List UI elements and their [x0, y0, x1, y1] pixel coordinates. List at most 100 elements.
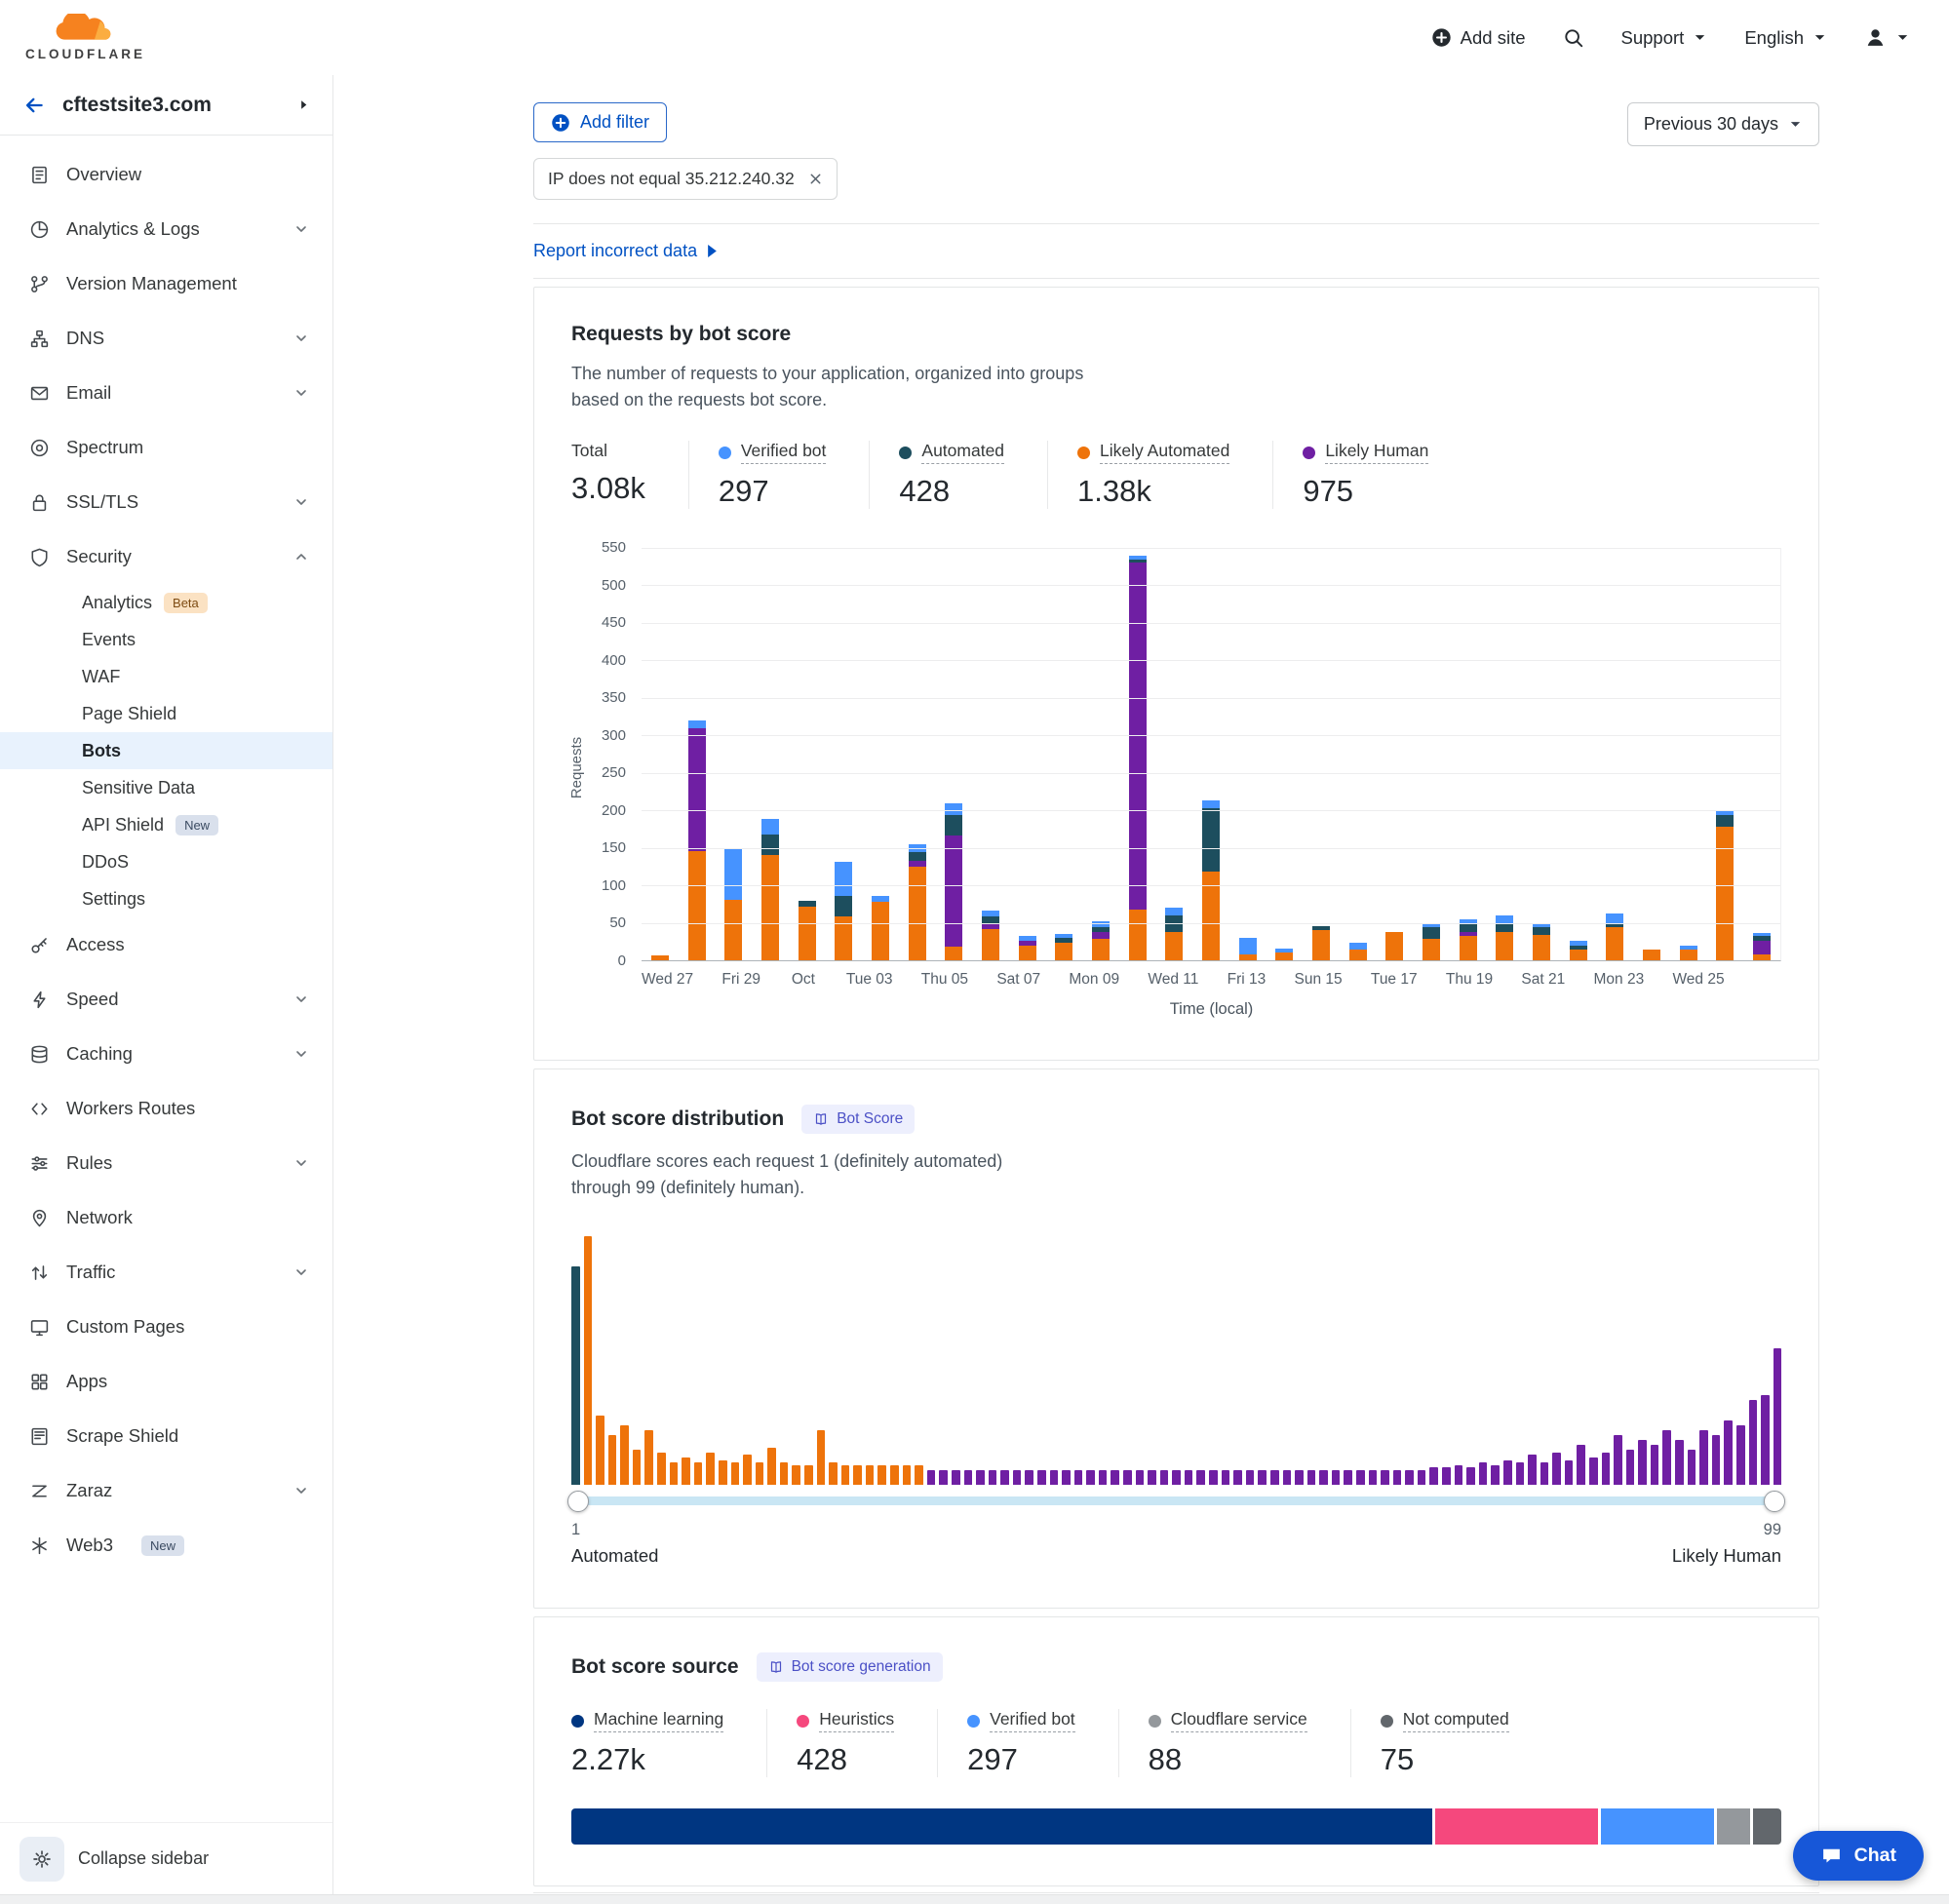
- sidebar-item-version-management[interactable]: Version Management: [0, 256, 332, 311]
- bar-segment-likely_automated: [1055, 943, 1072, 960]
- sidebar-item-bots[interactable]: Bots: [0, 732, 332, 769]
- stacked-bar: [835, 548, 852, 960]
- sidebar-item-zaraz[interactable]: Zaraz: [0, 1463, 332, 1518]
- language-menu[interactable]: English: [1744, 27, 1827, 49]
- bot-score-doc-badge[interactable]: Bot Score: [801, 1105, 915, 1134]
- sidebar-item-page-shield[interactable]: Page Shield: [0, 695, 332, 732]
- gridline: [642, 810, 1780, 811]
- sidebar-item-scrape-shield[interactable]: Scrape Shield: [0, 1409, 332, 1463]
- stat-label[interactable]: Likely Automated: [1100, 441, 1229, 464]
- sidebar-item-label: Email: [66, 382, 111, 404]
- histogram-bar: [1736, 1425, 1745, 1485]
- sidebar-item-sensitive-data[interactable]: Sensitive Data: [0, 769, 332, 806]
- slider-handle-min[interactable]: [567, 1491, 589, 1512]
- date-range-dropdown[interactable]: Previous 30 days: [1627, 102, 1819, 146]
- sidebar-item-events[interactable]: Events: [0, 621, 332, 658]
- chevron-down-icon: [1693, 30, 1707, 45]
- sidebar-item-overview[interactable]: Overview: [0, 147, 332, 202]
- sidebar-item-network[interactable]: Network: [0, 1190, 332, 1245]
- bar-segment-likely_automated: [651, 955, 669, 960]
- sidebar-item-traffic[interactable]: Traffic: [0, 1245, 332, 1300]
- x-tick-label: [1418, 971, 1446, 989]
- stat-label[interactable]: Verified bot: [741, 441, 827, 464]
- account-menu[interactable]: [1864, 26, 1910, 49]
- add-site-button[interactable]: Add site: [1431, 27, 1526, 49]
- stacked-bar: [1055, 548, 1072, 960]
- histogram-bar: [1749, 1400, 1758, 1485]
- filter-chip[interactable]: IP does not equal 35.212.240.32: [533, 158, 838, 200]
- security-icon: [29, 547, 50, 567]
- stat-label[interactable]: Not computed: [1403, 1709, 1509, 1732]
- slider-handle-max[interactable]: [1764, 1491, 1785, 1512]
- site-name: cftestsite3.com: [62, 94, 212, 117]
- bar-segment-automated: [1716, 815, 1734, 827]
- sidebar-item-analytics[interactable]: AnalyticsBeta: [0, 584, 332, 621]
- bar-segment-verified_bot: [761, 819, 779, 834]
- search-icon[interactable]: [1563, 27, 1584, 49]
- x-tick-label: [968, 971, 996, 989]
- sidebar-item-web3[interactable]: Web3New: [0, 1518, 332, 1573]
- stat-label[interactable]: Automated: [921, 441, 1004, 464]
- histogram-bar: [1491, 1465, 1500, 1485]
- sidebar-item-label: Analytics & Logs: [66, 218, 200, 240]
- bar-segment-likely_human: [1753, 941, 1771, 954]
- sidebar-item-caching[interactable]: Caching: [0, 1027, 332, 1081]
- sidebar-item-ssl-tls[interactable]: SSL/TLS: [0, 475, 332, 529]
- bar-segment-likely_automated: [1533, 935, 1550, 960]
- sidebar-item-settings[interactable]: Settings: [0, 880, 332, 917]
- sidebar-item-ddos[interactable]: DDoS: [0, 843, 332, 880]
- sidebar-item-api-shield[interactable]: API ShieldNew: [0, 806, 332, 843]
- sidebar-item-workers-routes[interactable]: Workers Routes: [0, 1081, 332, 1136]
- stat-label[interactable]: Machine learning: [594, 1709, 723, 1732]
- sidebar-item-access[interactable]: Access: [0, 917, 332, 972]
- sidebar-item-apps[interactable]: Apps: [0, 1354, 332, 1409]
- sidebar-item-analytics-logs[interactable]: Analytics & Logs: [0, 202, 332, 256]
- report-link-label: Report incorrect data: [533, 241, 697, 261]
- collapse-sidebar-button[interactable]: Collapse sidebar: [0, 1822, 332, 1894]
- legend-dot: [571, 1715, 584, 1728]
- sidebar-item-custom-pages[interactable]: Custom Pages: [0, 1300, 332, 1354]
- sidebar-item-speed[interactable]: Speed: [0, 972, 332, 1027]
- stat-label[interactable]: Cloudflare service: [1171, 1709, 1307, 1732]
- score-range-slider[interactable]: [571, 1496, 1781, 1505]
- legend-dot: [1303, 447, 1315, 459]
- filter-chip-text: IP does not equal 35.212.240.32: [548, 169, 795, 189]
- bar-segment-verified_bot: [1202, 800, 1220, 808]
- histogram-bar: [1000, 1470, 1009, 1485]
- bar-slot: [789, 548, 826, 960]
- stat-value: 75: [1381, 1742, 1509, 1777]
- sidebar-item-email[interactable]: Email: [0, 366, 332, 420]
- report-incorrect-data-link[interactable]: Report incorrect data: [533, 241, 718, 261]
- histogram-bar: [608, 1435, 617, 1485]
- sidebar-item-label: Page Shield: [82, 704, 176, 724]
- zaraz-icon: [29, 1481, 50, 1501]
- stat-label[interactable]: Likely Human: [1325, 441, 1428, 464]
- histogram-bar: [670, 1462, 679, 1485]
- back-arrow-icon[interactable]: [23, 95, 45, 116]
- overview-icon: [29, 165, 50, 185]
- chevron-right-icon[interactable]: [296, 97, 311, 112]
- cloudflare-logo[interactable]: CLOUDFLARE: [25, 14, 145, 61]
- stat-label[interactable]: Verified bot: [990, 1709, 1075, 1732]
- histogram-bar: [1172, 1470, 1181, 1485]
- sidebar-item-spectrum[interactable]: Spectrum: [0, 420, 332, 475]
- sidebar-item-security[interactable]: Security: [0, 529, 332, 584]
- gridline: [642, 885, 1780, 886]
- sidebar-item-label: Workers Routes: [66, 1098, 195, 1119]
- histogram-bar: [1455, 1465, 1463, 1485]
- settings-gear-button[interactable]: [19, 1837, 64, 1882]
- close-icon[interactable]: [808, 172, 823, 186]
- bot-score-generation-doc-badge[interactable]: Bot score generation: [757, 1652, 943, 1682]
- stat-label[interactable]: Heuristics: [819, 1709, 894, 1732]
- histogram-bar: [989, 1470, 997, 1485]
- add-filter-button[interactable]: Add filter: [533, 102, 667, 142]
- sidebar-item-rules[interactable]: Rules: [0, 1136, 332, 1190]
- sidebar-item-waf[interactable]: WAF: [0, 658, 332, 695]
- sidebar-item-dns[interactable]: DNS: [0, 311, 332, 366]
- support-menu[interactable]: Support: [1621, 27, 1708, 49]
- histogram-bar: [584, 1236, 593, 1485]
- chat-button[interactable]: Chat: [1793, 1831, 1924, 1881]
- language-label: English: [1744, 27, 1804, 49]
- sidebar-item-label: DNS: [66, 328, 104, 349]
- bar-segment-likely_automated: [1716, 827, 1734, 960]
